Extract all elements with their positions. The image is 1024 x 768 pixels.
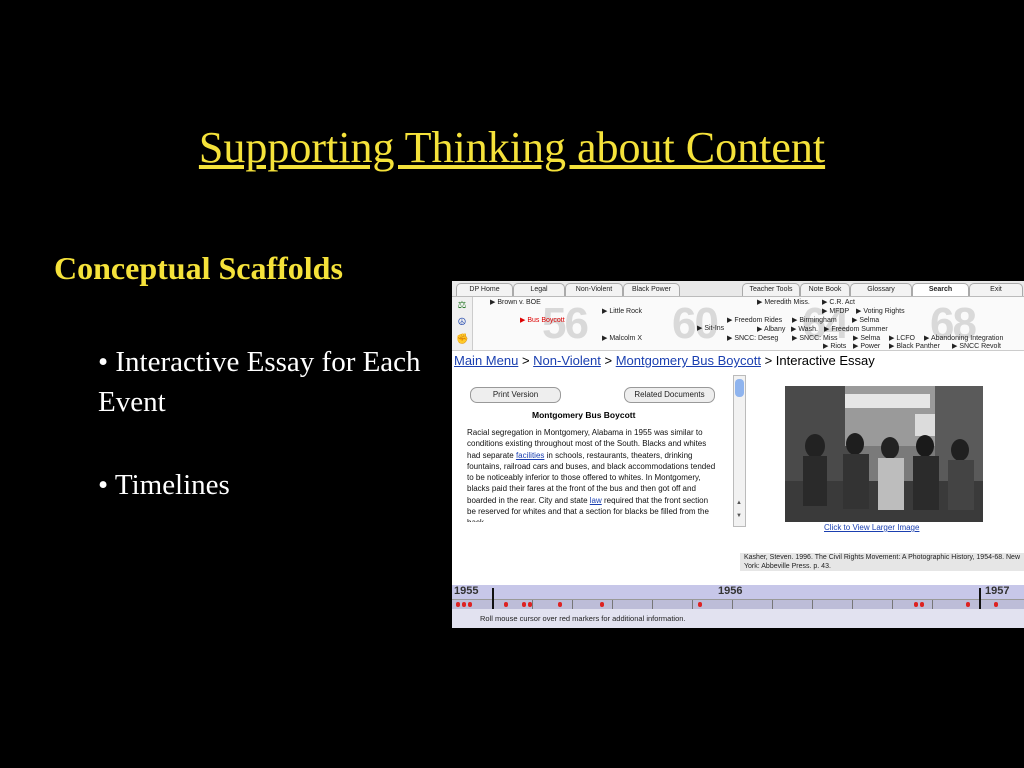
event-marker[interactable] xyxy=(462,602,466,607)
year-1955-label: 1955 xyxy=(454,585,479,597)
event-marker[interactable] xyxy=(558,602,562,607)
scroll-up-icon[interactable]: ▲ xyxy=(736,500,742,506)
breadcrumb-separator: > xyxy=(604,353,613,368)
event-marker[interactable] xyxy=(528,602,532,607)
facilities-link[interactable]: facilities xyxy=(516,451,544,460)
view-larger-image-link[interactable]: Click to View Larger Image xyxy=(824,523,919,532)
essay-title: Montgomery Bus Boycott xyxy=(532,410,636,420)
slide-title: Supporting Thinking about Content xyxy=(198,123,826,172)
event-sit-ins[interactable]: ▶ Sit-Ins xyxy=(697,324,724,333)
month-tick xyxy=(932,600,933,609)
tab-legal[interactable]: Legal xyxy=(513,283,565,296)
breadcrumb-current: Interactive Essay xyxy=(775,353,875,368)
scales-icon[interactable]: ⚖ xyxy=(456,300,468,312)
tab-teacher-tools[interactable]: Teacher Tools xyxy=(742,283,800,296)
tab-exit[interactable]: Exit xyxy=(969,283,1023,296)
event-selma-1[interactable]: ▶ Selma xyxy=(852,316,879,325)
timeline-icon-column: ⚖ ☮ ✊ xyxy=(452,297,473,350)
essay-text: Racial segregation in Montgomery, Alabam… xyxy=(467,427,717,522)
tab-search[interactable]: Search xyxy=(912,283,969,296)
scroll-down-icon[interactable]: ▼ xyxy=(736,513,742,519)
event-freedom-summer[interactable]: ▶ Freedom Summer xyxy=(824,325,888,334)
event-freedom-rides[interactable]: ▶ Freedom Rides xyxy=(727,316,782,325)
bullet-timelines: • Timelines xyxy=(98,469,230,501)
photo-citation: Kasher, Steven. 1996. The Civil Rights M… xyxy=(740,553,1024,571)
tab-black-power[interactable]: Black Power xyxy=(623,283,680,296)
scrollbar-thumb[interactable] xyxy=(735,379,744,397)
tab-dp-home[interactable]: DP Home xyxy=(456,283,513,296)
print-version-button[interactable]: Print Version xyxy=(470,387,561,403)
tab-note-book[interactable]: Note Book xyxy=(800,283,850,296)
event-marker[interactable] xyxy=(504,602,508,607)
era-timeline: ⚖ ☮ ✊ 56 60 64 68 ▶ Brown v. BOE ▶ Bus B… xyxy=(452,297,1024,351)
month-tick xyxy=(692,600,693,609)
year-timeline: 1955 1956 1957 xyxy=(452,585,1024,610)
event-little-rock[interactable]: ▶ Little Rock xyxy=(602,307,642,316)
month-tick xyxy=(732,600,733,609)
timeline-instructions: Roll mouse cursor over red markers for a… xyxy=(452,609,1024,628)
year-1955-marker xyxy=(492,588,494,610)
year-1957-marker xyxy=(979,588,981,610)
section-heading: Conceptual Scaffolds xyxy=(54,250,343,286)
breadcrumb: Main Menu > Non-Violent > Montgomery Bus… xyxy=(454,353,875,368)
event-marker[interactable] xyxy=(456,602,460,607)
breadcrumb-non-violent[interactable]: Non-Violent xyxy=(533,353,601,368)
event-albany[interactable]: ▶ Albany xyxy=(757,325,785,334)
month-tick xyxy=(652,600,653,609)
event-riots[interactable]: ▶ Riots xyxy=(823,342,846,351)
breadcrumb-separator: > xyxy=(764,353,773,368)
tab-non-violent[interactable]: Non-Violent xyxy=(565,283,623,296)
event-marker[interactable] xyxy=(966,602,970,607)
event-power[interactable]: ▶ Power xyxy=(853,342,880,351)
event-marker[interactable] xyxy=(698,602,702,607)
event-bus-boycott[interactable]: ▶ Bus Boycott xyxy=(520,316,565,325)
month-tick xyxy=(612,600,613,609)
event-cr-act[interactable]: ▶ C.R. Act xyxy=(822,298,855,307)
event-meredith-miss[interactable]: ▶ Meredith Miss. xyxy=(757,298,810,307)
event-marker[interactable] xyxy=(468,602,472,607)
year-1957-label: 1957 xyxy=(985,585,1010,597)
event-marker[interactable] xyxy=(522,602,526,607)
event-voting-rights[interactable]: ▶ Voting Rights xyxy=(856,307,905,316)
event-wash[interactable]: ▶ Wash. xyxy=(791,325,818,334)
breadcrumb-montgomery-bus-boycott[interactable]: Montgomery Bus Boycott xyxy=(616,353,761,368)
essay-panel: Print Version Related Documents Montgome… xyxy=(452,372,1024,579)
embedded-app-screenshot: DP Home Legal Non-Violent Black Power Te… xyxy=(452,281,1024,628)
event-malcolm-x[interactable]: ▶ Malcolm X xyxy=(602,334,642,343)
month-tick xyxy=(772,600,773,609)
month-tick xyxy=(812,600,813,609)
peace-icon[interactable]: ☮ xyxy=(456,317,468,329)
law-link[interactable]: law xyxy=(590,496,602,505)
bullet-interactive-essay: • Interactive Essay for Each Event xyxy=(98,346,421,418)
event-marker[interactable] xyxy=(914,602,918,607)
tab-bar: DP Home Legal Non-Violent Black Power Te… xyxy=(452,281,1024,297)
month-tick xyxy=(532,600,533,609)
month-tick xyxy=(852,600,853,609)
event-marker[interactable] xyxy=(600,602,604,607)
event-sncc-deseg[interactable]: ▶ SNCC: Deseg xyxy=(727,334,778,343)
breadcrumb-main-menu[interactable]: Main Menu xyxy=(454,353,518,368)
event-birmingham[interactable]: ▶ Birmingham xyxy=(792,316,837,325)
breadcrumb-separator: > xyxy=(521,353,530,368)
tab-glossary[interactable]: Glossary xyxy=(850,283,912,296)
boycott-photo[interactable] xyxy=(785,386,983,522)
month-tick xyxy=(892,600,893,609)
event-marker[interactable] xyxy=(994,602,998,607)
event-marker[interactable] xyxy=(920,602,924,607)
event-sncc-revolt[interactable]: ▶ SNCC Revolt xyxy=(952,342,1001,351)
related-documents-button[interactable]: Related Documents xyxy=(624,387,715,403)
event-brown-v-boe[interactable]: ▶ Brown v. BOE xyxy=(490,298,541,307)
fist-icon[interactable]: ✊ xyxy=(456,334,468,346)
year-1956-label: 1956 xyxy=(718,585,743,597)
essay-scrollbar[interactable]: ▲ ▼ xyxy=(733,375,746,527)
event-mfdp[interactable]: ▶ MFDP xyxy=(822,307,849,316)
month-tick xyxy=(572,600,573,609)
event-black-panther[interactable]: ▶ Black Panther xyxy=(889,342,940,351)
